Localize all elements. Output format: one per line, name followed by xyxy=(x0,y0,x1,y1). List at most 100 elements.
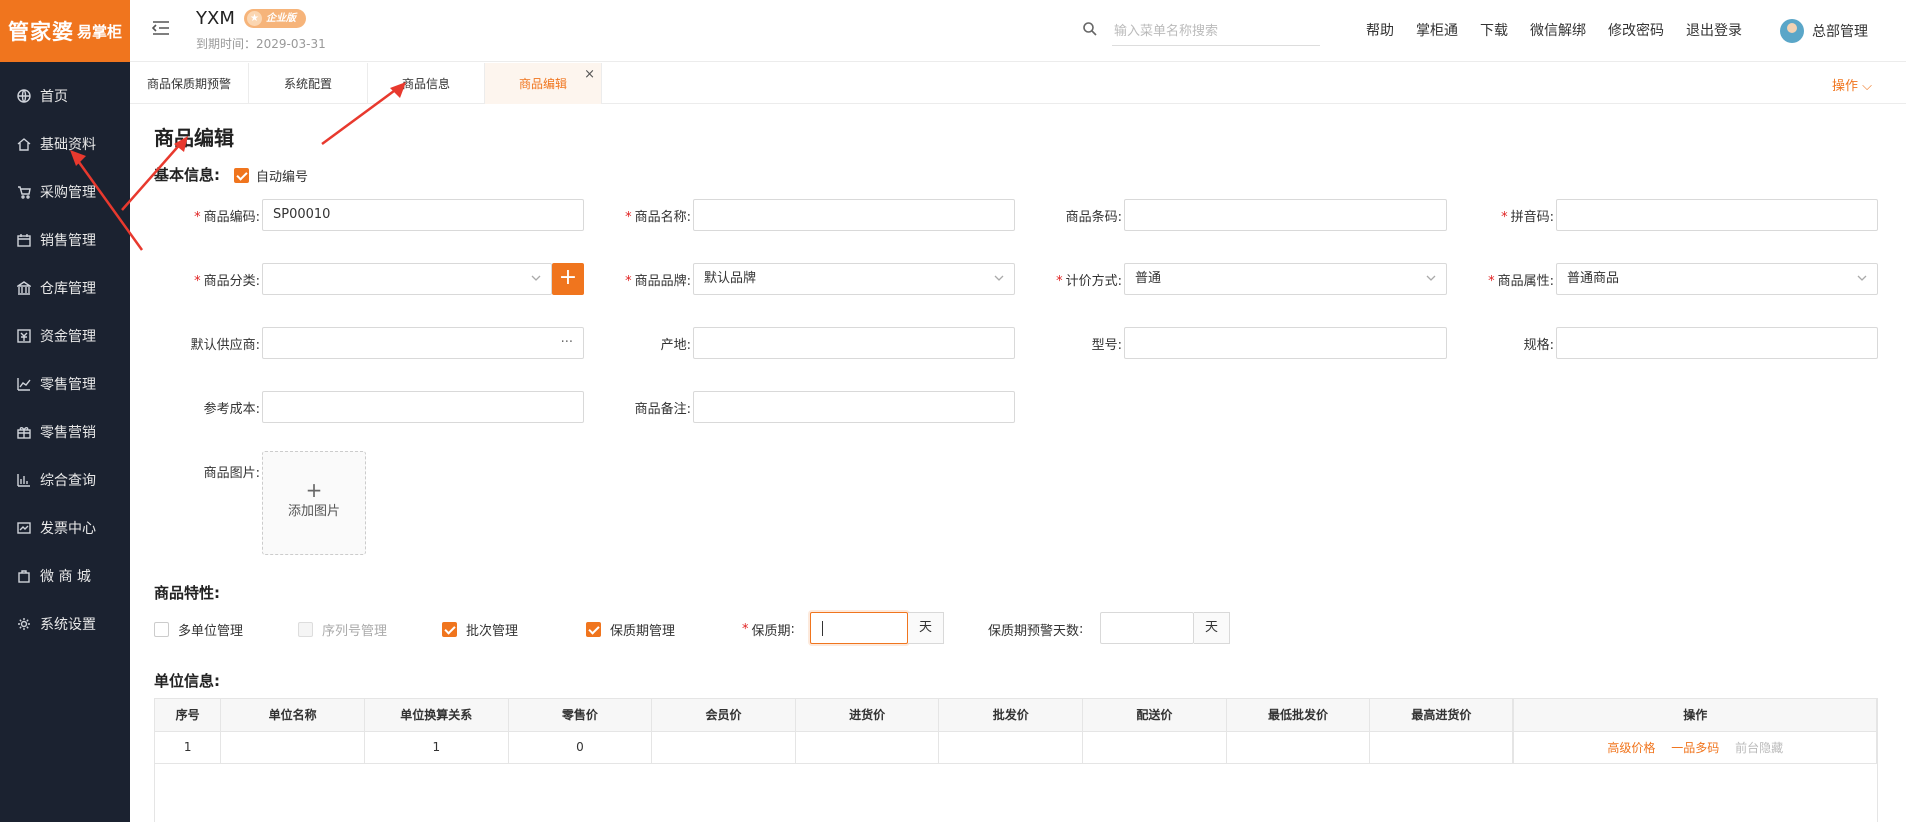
sidebar-item-invoice[interactable]: 发票中心 xyxy=(0,504,130,552)
logout-link[interactable]: 退出登录 xyxy=(1686,20,1742,40)
menu-toggle-icon[interactable] xyxy=(152,20,170,36)
tab-product-edit[interactable]: 商品编辑 × xyxy=(485,63,602,104)
brand-logo[interactable]: 管家婆 易掌柜 xyxy=(0,0,130,62)
page-title: 商品编辑 xyxy=(154,126,234,150)
barcode-label: 商品条码: xyxy=(1065,210,1122,225)
shelf-life-checkbox[interactable]: 保质期管理 xyxy=(586,620,675,639)
origin-input[interactable] xyxy=(693,327,1015,359)
sidebar-item-retail[interactable]: 零售管理 xyxy=(0,360,130,408)
more-icon[interactable]: ··· xyxy=(561,328,573,358)
search-icon[interactable] xyxy=(1082,21,1098,37)
advanced-price-link[interactable]: 高级价格 xyxy=(1607,741,1655,755)
tab-product-info[interactable]: 商品信息 xyxy=(368,63,485,104)
checkbox-unchecked[interactable] xyxy=(154,622,169,637)
barcode-input[interactable] xyxy=(1124,199,1447,231)
sidebar-item-query[interactable]: 综合查询 xyxy=(0,456,130,504)
cell-ratio[interactable]: 1 xyxy=(364,731,509,764)
shelf-life-input[interactable] xyxy=(810,612,908,644)
help-link[interactable]: 帮助 xyxy=(1366,20,1394,40)
sidebar-item-settings[interactable]: 系统设置 xyxy=(0,600,130,648)
shelf-label: 保质期管理 xyxy=(610,624,676,639)
pinyin-input[interactable] xyxy=(1556,199,1878,231)
sidebar-item-purchase[interactable]: 采购管理 xyxy=(0,168,130,216)
pricing-value: 普通 xyxy=(1135,271,1162,286)
origin-label: 产地: xyxy=(660,338,691,353)
attribute-value: 普通商品 xyxy=(1567,271,1620,286)
cell-max-purchase[interactable] xyxy=(1369,731,1514,764)
col-header: 批发价 xyxy=(938,699,1084,732)
col-header: 零售价 xyxy=(508,699,653,732)
unit-table: 序号 单位名称 单位换算关系 零售价 会员价 进货价 批发价 配送价 最低批发价… xyxy=(154,698,1878,822)
name-label: * 商品名称: xyxy=(625,210,691,225)
wechat-unbind-link[interactable]: 微信解绑 xyxy=(1530,20,1586,40)
user-menu[interactable]: 总部管理 xyxy=(1780,19,1868,43)
close-icon[interactable]: × xyxy=(584,67,595,82)
cart-icon xyxy=(16,185,31,200)
cell-retail-price[interactable]: 0 xyxy=(508,731,653,764)
expire-date: 到期时间：2029-03-31 xyxy=(196,37,326,51)
attribute-select[interactable]: 普通商品 xyxy=(1556,263,1878,295)
multi-unit-checkbox[interactable]: 多单位管理 xyxy=(154,620,243,639)
remark-input[interactable] xyxy=(693,391,1015,423)
cell-wholesale-price[interactable] xyxy=(938,731,1084,764)
cell-purchase-price[interactable] xyxy=(795,731,940,764)
search-input[interactable] xyxy=(1112,18,1320,44)
sidebar-item-mall[interactable]: 微 商 城 xyxy=(0,552,130,600)
model-input[interactable] xyxy=(1124,327,1447,359)
batch-label: 批次管理 xyxy=(466,624,519,639)
category-select[interactable] xyxy=(262,263,552,295)
cell-index: 1 xyxy=(155,731,222,764)
cell-min-wholesale[interactable] xyxy=(1226,731,1371,764)
sidebar-item-basic-data[interactable]: 基础资料 xyxy=(0,120,130,168)
sidebar-item-sales[interactable]: 销售管理 xyxy=(0,216,130,264)
cell-actions: 高级价格 一品多码 前台隐藏 xyxy=(1512,731,1878,764)
sidebar-item-label: 发票中心 xyxy=(40,521,96,537)
menu-search xyxy=(1083,18,1320,46)
download-link[interactable]: 下载 xyxy=(1480,20,1508,40)
supplier-picker[interactable]: ··· xyxy=(262,327,584,359)
hide-frontend-link[interactable]: 前台隐藏 xyxy=(1735,741,1783,755)
spec-input[interactable] xyxy=(1556,327,1878,359)
user-name: 总部管理 xyxy=(1812,24,1868,40)
tab-system-config[interactable]: 系统配置 xyxy=(249,63,368,104)
sidebar-item-marketing[interactable]: 零售营销 xyxy=(0,408,130,456)
zhangguitong-link[interactable]: 掌柜通 xyxy=(1416,20,1458,40)
header-links: 帮助 掌柜通 下载 微信解绑 修改密码 退出登录 xyxy=(1366,20,1764,40)
tab-shelf-warning[interactable]: 商品保质期预警 xyxy=(130,63,249,104)
edition-badge: ★ 企业版 xyxy=(244,9,306,28)
product-name-input[interactable] xyxy=(693,199,1015,231)
product-code-input[interactable]: SP00010 xyxy=(262,199,584,231)
chevron-down-icon xyxy=(994,275,1004,281)
multi-barcode-link[interactable]: 一品多码 xyxy=(1671,741,1719,755)
col-header: 序号 xyxy=(155,699,222,732)
brand-select[interactable]: 默认品牌 xyxy=(693,263,1015,295)
change-password-link[interactable]: 修改密码 xyxy=(1608,20,1664,40)
chevron-down-icon xyxy=(1857,275,1867,281)
col-header: 最低批发价 xyxy=(1226,699,1371,732)
page-tabs: 商品保质期预警 系统配置 商品信息 商品编辑 × 操作 ⌵ xyxy=(130,63,1906,104)
cell-unit-name[interactable] xyxy=(220,731,365,764)
sidebar-item-funds[interactable]: 资金管理 xyxy=(0,312,130,360)
pricing-select[interactable]: 普通 xyxy=(1124,263,1447,295)
shelf-warn-input[interactable] xyxy=(1100,612,1194,644)
sidebar-item-home[interactable]: 首页 xyxy=(0,72,130,120)
sidebar-item-warehouse[interactable]: 仓库管理 xyxy=(0,264,130,312)
add-image-upload[interactable]: + 添加图片 xyxy=(262,451,366,555)
tab-label: 商品编辑 xyxy=(518,77,567,91)
cost-input[interactable] xyxy=(262,391,584,423)
checkbox-checked[interactable] xyxy=(586,622,601,637)
pricing-label: * 计价方式: xyxy=(1056,274,1122,289)
checkbox-checked[interactable] xyxy=(442,622,457,637)
operations-dropdown[interactable]: 操作 ⌵ xyxy=(1832,75,1872,94)
sidebar-item-label: 综合查询 xyxy=(40,473,96,489)
upload-label: 添加图片 xyxy=(287,504,340,519)
gear-icon xyxy=(16,617,31,632)
home-icon xyxy=(16,137,31,152)
batch-checkbox[interactable]: 批次管理 xyxy=(442,620,518,639)
cell-delivery-price[interactable] xyxy=(1082,731,1227,764)
checkbox-checked[interactable] xyxy=(234,168,249,183)
add-category-button[interactable]: + xyxy=(552,263,584,295)
auto-number-checkbox[interactable]: 自动编号 xyxy=(234,166,308,185)
cell-member-price[interactable] xyxy=(651,731,796,764)
chevron-down-icon xyxy=(1426,275,1436,281)
